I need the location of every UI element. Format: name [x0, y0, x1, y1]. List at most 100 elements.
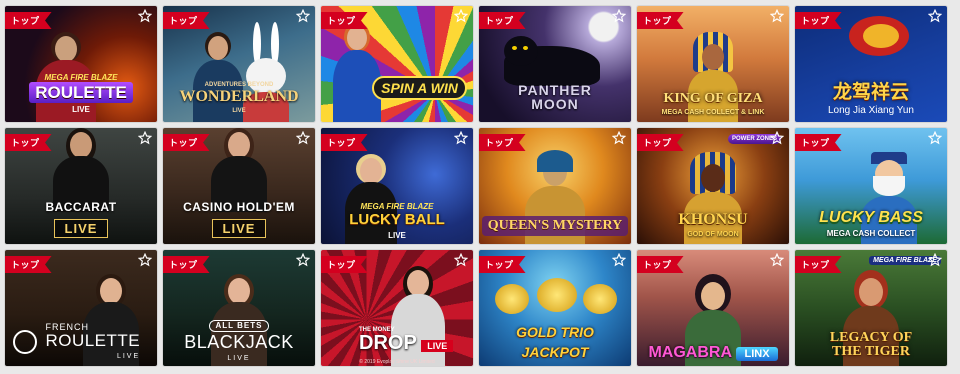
game-tile-panther-moon[interactable]: トップ PANTHER MOON — [479, 6, 631, 122]
dealer-figure — [333, 22, 382, 122]
game-logo: QUEEN'S MYSTERY — [479, 216, 631, 236]
favorite-star-icon[interactable] — [454, 253, 468, 267]
game-logo: KING OF GIZA MEGA CASH COLLECT & LINK — [637, 89, 789, 117]
game-logo: PANTHER MOON — [479, 83, 631, 114]
game-tile-baccarat-live[interactable]: トップ BACCARAT LIVE — [5, 128, 157, 244]
game-logo-title: WONDERLAND — [179, 88, 299, 105]
top-badge: トップ — [479, 12, 526, 29]
top-badge: トップ — [637, 134, 684, 151]
game-logo-title: 龙驾祥云 — [832, 82, 909, 103]
favorite-star-icon[interactable] — [296, 9, 310, 23]
game-logo-title: BLACKJACK — [184, 332, 294, 352]
game-logo-title: KING OF GIZA — [663, 91, 763, 106]
game-logo: MEGA FIRE BLAZE ROULETTE LIVE — [5, 74, 157, 114]
favorite-star-icon[interactable] — [770, 9, 784, 23]
top-badge: トップ — [321, 12, 368, 29]
game-tile-legacy-of-the-tiger[interactable]: MEGA FIRE BLAZE トップ LEGACY OF THE TIGER — [795, 250, 947, 366]
top-badge: トップ — [5, 256, 52, 273]
game-logo: MAGABRA LINX — [637, 344, 789, 362]
game-logo: 龙驾祥云 Long Jia Xiang Yun — [795, 83, 947, 116]
favorite-star-icon[interactable] — [138, 9, 152, 23]
top-badge: トップ — [163, 256, 210, 273]
game-tile-adventures-beyond-wonderland[interactable]: トップ ADVENTURES BEYOND WONDERLAND LIVE — [163, 6, 315, 122]
live-label: LIVE — [53, 219, 109, 238]
favorite-star-icon[interactable] — [138, 131, 152, 145]
game-logo-sub: LIVE — [116, 353, 141, 360]
game-logo-title: ROULETTE — [29, 82, 133, 103]
game-tile-french-roulette-live[interactable]: トップ FRENCH ROULETTE LIVE — [5, 250, 157, 366]
game-logo-sub: LIVE — [388, 231, 406, 240]
favorite-star-icon[interactable] — [138, 253, 152, 267]
game-logo: LUCKY BASS MEGA CASH COLLECT — [795, 209, 947, 239]
game-logo: BACCARAT LIVE — [5, 198, 157, 238]
game-logo: KHONSU GOD OF MOON — [637, 211, 789, 239]
game-logo-sub: JACKPOT — [521, 344, 589, 360]
favorite-star-icon[interactable] — [770, 131, 784, 145]
top-badge: トップ — [321, 256, 368, 273]
favorite-star-icon[interactable] — [296, 253, 310, 267]
game-logo: CASINO HOLD'EM LIVE — [163, 198, 315, 238]
game-logo-pre: ALL BETS — [208, 320, 270, 332]
top-badge: トップ — [637, 12, 684, 29]
top-badge: トップ — [5, 134, 52, 151]
top-badge: トップ — [479, 134, 526, 151]
favorite-star-icon[interactable] — [612, 9, 626, 23]
game-logo-title: QUEEN'S MYSTERY — [481, 216, 629, 236]
game-logo-title: KHONSU — [678, 211, 748, 228]
game-logo-sub: Long Jia Xiang Yun — [827, 105, 914, 116]
game-logo-title: MAGABRA — [648, 344, 733, 361]
game-logo-sub: MEGA CASH COLLECT — [826, 229, 916, 238]
roulette-wheel-icon — [13, 329, 37, 354]
game-logo-title: LUCKY BASS — [819, 209, 923, 226]
game-logo-title: SPIN A WIN — [372, 76, 467, 100]
top-badge: トップ — [795, 134, 842, 151]
game-tile-gold-trio-jackpot[interactable]: トップ GOLD TRIO JACKPOT — [479, 250, 631, 366]
favorite-star-icon[interactable] — [928, 9, 942, 23]
game-logo-title: DROP — [359, 332, 417, 354]
favorite-star-icon[interactable] — [454, 131, 468, 145]
gold-coins-pile — [491, 278, 619, 318]
game-tile-magabra-linx[interactable]: トップ MAGABRA LINX — [637, 250, 789, 366]
game-tile-mega-fire-blaze-lucky-ball[interactable]: トップ MEGA FIRE BLAZE LUCKY BALL LIVE — [321, 128, 473, 244]
favorite-star-icon[interactable] — [928, 253, 942, 267]
top-badge: トップ — [5, 12, 52, 29]
game-tile-spin-a-win[interactable]: トップ SPIN A WIN — [321, 6, 473, 122]
game-logo-sub: LINX — [736, 347, 778, 361]
game-logo-title: GOLD TRIO — [516, 324, 594, 340]
favorite-star-icon[interactable] — [612, 131, 626, 145]
game-logo: THE MONEY DROP LIVE — [359, 327, 473, 354]
dragon-figure — [829, 10, 929, 80]
copyright-note: © 2019 Evoplay Shine UK Limited — [359, 359, 435, 365]
game-tile-casino-holdem-live[interactable]: トップ CASINO HOLD'EM LIVE — [163, 128, 315, 244]
game-tile-khonsu-god-of-moon[interactable]: POWER ZONES トップ KHONSU GOD OF MOON — [637, 128, 789, 244]
top-badge: トップ — [163, 12, 210, 29]
game-logo: GOLD TRIO JACKPOT — [479, 324, 631, 360]
game-logo: LEGACY OF THE TIGER — [795, 331, 947, 360]
top-badge: トップ — [795, 256, 842, 273]
game-tile-the-money-drop-live[interactable]: トップ THE MONEY DROP LIVE © 2019 Evoplay S… — [321, 250, 473, 366]
favorite-star-icon[interactable] — [770, 253, 784, 267]
favorite-star-icon[interactable] — [296, 131, 310, 145]
game-logo-title: CASINO HOLD'EM — [183, 200, 295, 214]
top-badge: トップ — [321, 134, 368, 151]
game-tile-lucky-bass[interactable]: トップ LUCKY BASS MEGA CASH COLLECT — [795, 128, 947, 244]
favorite-star-icon[interactable] — [928, 131, 942, 145]
favorite-star-icon[interactable] — [612, 253, 626, 267]
game-logo: ADVENTURES BEYOND WONDERLAND LIVE — [163, 82, 315, 114]
game-logo: MEGA FIRE BLAZE LUCKY BALL LIVE — [321, 202, 473, 241]
game-tile-long-jia-xiang-yun[interactable]: トップ 龙驾祥云 Long Jia Xiang Yun — [795, 6, 947, 122]
game-tile-all-bets-blackjack[interactable]: トップ ALL BETS BLACKJACK LIVE — [163, 250, 315, 366]
top-badge: トップ — [795, 12, 842, 29]
top-badge: トップ — [163, 134, 210, 151]
game-logo-pre: MEGA FIRE BLAZE — [360, 202, 434, 211]
game-tile-queens-mystery[interactable]: トップ QUEEN'S MYSTERY — [479, 128, 631, 244]
game-tile-mega-fire-blaze-roulette[interactable]: トップ MEGA FIRE BLAZE ROULETTE LIVE — [5, 6, 157, 122]
favorite-star-icon[interactable] — [454, 9, 468, 23]
game-logo-title: ROULETTE — [45, 331, 141, 350]
game-logo-title: BACCARAT — [45, 200, 117, 214]
game-logo: SPIN A WIN — [366, 76, 473, 100]
game-tile-king-of-giza[interactable]: トップ KING OF GIZA MEGA CASH COLLECT & LIN… — [637, 6, 789, 122]
game-logo-sub: GOD OF MOON — [687, 231, 739, 238]
game-logo-title: PANTHER MOON — [518, 82, 592, 112]
game-logo: FRENCH ROULETTE LIVE — [13, 323, 157, 360]
